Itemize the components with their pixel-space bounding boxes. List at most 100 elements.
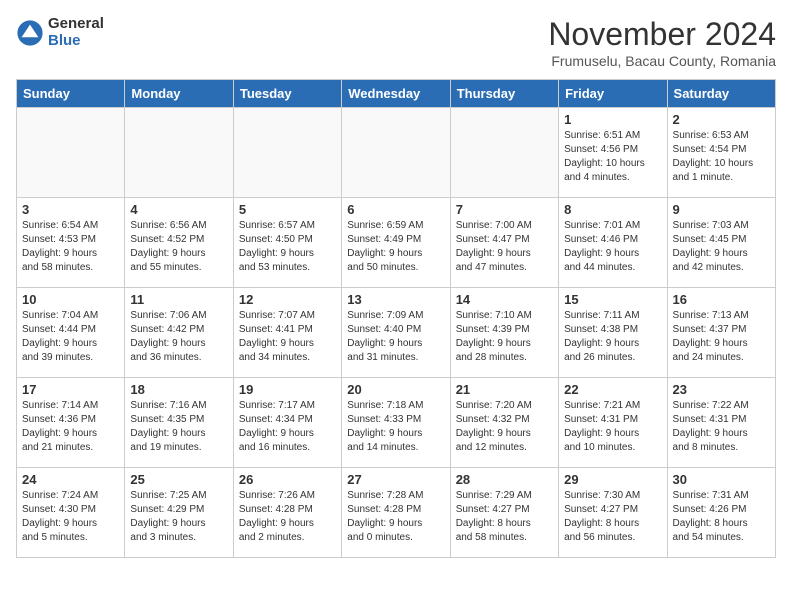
day-number: 30 — [673, 472, 770, 487]
day-header-friday: Friday — [559, 80, 667, 108]
day-info: Sunrise: 7:06 AM Sunset: 4:42 PM Dayligh… — [130, 309, 227, 365]
calendar-day-cell: 16 Sunrise: 7:13 AM Sunset: 4:37 PM Dayli… — [667, 288, 775, 378]
day-info: Sunrise: 7:22 AM Sunset: 4:31 PM Dayligh… — [673, 399, 770, 455]
day-info: Sunrise: 6:51 AM Sunset: 4:56 PM Dayligh… — [564, 129, 661, 185]
logo-blue-text: Blue — [48, 33, 104, 50]
day-number: 10 — [22, 292, 119, 307]
day-number: 21 — [456, 382, 553, 397]
day-info: Sunrise: 7:09 AM Sunset: 4:40 PM Dayligh… — [347, 309, 444, 365]
calendar-day-cell: 5 Sunrise: 6:57 AM Sunset: 4:50 PM Daylig… — [233, 198, 341, 288]
calendar-day-cell — [342, 108, 450, 198]
day-number: 2 — [673, 112, 770, 127]
day-number: 11 — [130, 292, 227, 307]
logo-text: General Blue — [48, 16, 104, 49]
day-number: 23 — [673, 382, 770, 397]
day-number: 26 — [239, 472, 336, 487]
calendar-week-row: 3 Sunrise: 6:54 AM Sunset: 4:53 PM Daylig… — [17, 198, 776, 288]
day-info: Sunrise: 7:04 AM Sunset: 4:44 PM Dayligh… — [22, 309, 119, 365]
day-number: 27 — [347, 472, 444, 487]
day-number: 19 — [239, 382, 336, 397]
day-info: Sunrise: 7:25 AM Sunset: 4:29 PM Dayligh… — [130, 489, 227, 545]
day-info: Sunrise: 7:11 AM Sunset: 4:38 PM Dayligh… — [564, 309, 661, 365]
day-number: 17 — [22, 382, 119, 397]
calendar-day-cell: 22Sunrise: 7:21 AM Sunset: 4:31 PM Dayli… — [559, 378, 667, 468]
calendar-day-cell: 28 Sunrise: 7:29 AM Sunset: 4:27 PM Dayli… — [450, 468, 558, 558]
day-header-thursday: Thursday — [450, 80, 558, 108]
day-info: Sunrise: 7:18 AM Sunset: 4:33 PM Dayligh… — [347, 399, 444, 455]
calendar-day-cell: 15 Sunrise: 7:11 AM Sunset: 4:38 PM Dayli… — [559, 288, 667, 378]
calendar-week-row: 1 Sunrise: 6:51 AM Sunset: 4:56 PM Daylig… — [17, 108, 776, 198]
calendar-day-cell: 20 Sunrise: 7:18 AM Sunset: 4:33 PM Dayli… — [342, 378, 450, 468]
calendar-header-row: SundayMondayTuesdayWednesdayThursdayFrid… — [17, 80, 776, 108]
day-info: Sunrise: 6:56 AM Sunset: 4:52 PM Dayligh… — [130, 219, 227, 275]
day-info: Sunrise: 7:07 AM Sunset: 4:41 PM Dayligh… — [239, 309, 336, 365]
day-info: Sunrise: 7:03 AM Sunset: 4:45 PM Dayligh… — [673, 219, 770, 275]
day-header-tuesday: Tuesday — [233, 80, 341, 108]
day-header-saturday: Saturday — [667, 80, 775, 108]
calendar-day-cell: 7 Sunrise: 7:00 AM Sunset: 4:47 PM Daylig… — [450, 198, 558, 288]
calendar-day-cell: 11 Sunrise: 7:06 AM Sunset: 4:42 PM Dayli… — [125, 288, 233, 378]
logo-general-text: General — [48, 16, 104, 33]
day-number: 15 — [564, 292, 661, 307]
calendar-day-cell — [125, 108, 233, 198]
day-header-wednesday: Wednesday — [342, 80, 450, 108]
day-info: Sunrise: 7:20 AM Sunset: 4:32 PM Dayligh… — [456, 399, 553, 455]
logo-icon — [16, 19, 44, 47]
day-number: 5 — [239, 202, 336, 217]
calendar-day-cell: 4 Sunrise: 6:56 AM Sunset: 4:52 PM Daylig… — [125, 198, 233, 288]
calendar-day-cell: 19Sunrise: 7:17 AM Sunset: 4:34 PM Dayli… — [233, 378, 341, 468]
day-info: Sunrise: 7:24 AM Sunset: 4:30 PM Dayligh… — [22, 489, 119, 545]
day-info: Sunrise: 7:29 AM Sunset: 4:27 PM Dayligh… — [456, 489, 553, 545]
calendar-day-cell: 3 Sunrise: 6:54 AM Sunset: 4:53 PM Daylig… — [17, 198, 125, 288]
calendar-week-row: 24Sunrise: 7:24 AM Sunset: 4:30 PM Dayli… — [17, 468, 776, 558]
day-info: Sunrise: 6:54 AM Sunset: 4:53 PM Dayligh… — [22, 219, 119, 275]
day-number: 1 — [564, 112, 661, 127]
calendar-week-row: 10 Sunrise: 7:04 AM Sunset: 4:44 PM Dayli… — [17, 288, 776, 378]
day-info: Sunrise: 7:10 AM Sunset: 4:39 PM Dayligh… — [456, 309, 553, 365]
calendar-day-cell: 25Sunrise: 7:25 AM Sunset: 4:29 PM Dayli… — [125, 468, 233, 558]
calendar-day-cell: 12 Sunrise: 7:07 AM Sunset: 4:41 PM Dayli… — [233, 288, 341, 378]
day-info: Sunrise: 7:14 AM Sunset: 4:36 PM Dayligh… — [22, 399, 119, 455]
calendar-day-cell — [450, 108, 558, 198]
calendar-day-cell: 23 Sunrise: 7:22 AM Sunset: 4:31 PM Dayli… — [667, 378, 775, 468]
day-number: 6 — [347, 202, 444, 217]
calendar-day-cell: 1 Sunrise: 6:51 AM Sunset: 4:56 PM Daylig… — [559, 108, 667, 198]
day-info: Sunrise: 7:28 AM Sunset: 4:28 PM Dayligh… — [347, 489, 444, 545]
day-number: 3 — [22, 202, 119, 217]
calendar-day-cell: 6 Sunrise: 6:59 AM Sunset: 4:49 PM Daylig… — [342, 198, 450, 288]
logo: General Blue — [16, 16, 104, 49]
calendar-day-cell: 24Sunrise: 7:24 AM Sunset: 4:30 PM Dayli… — [17, 468, 125, 558]
day-number: 28 — [456, 472, 553, 487]
day-number: 4 — [130, 202, 227, 217]
day-number: 13 — [347, 292, 444, 307]
title-block: November 2024 Frumuselu, Bacau County, R… — [548, 16, 776, 69]
day-info: Sunrise: 7:00 AM Sunset: 4:47 PM Dayligh… — [456, 219, 553, 275]
day-header-monday: Monday — [125, 80, 233, 108]
calendar-table: SundayMondayTuesdayWednesdayThursdayFrid… — [16, 79, 776, 558]
page-header: General Blue November 2024 Frumuselu, Ba… — [16, 16, 776, 69]
day-number: 20 — [347, 382, 444, 397]
calendar-day-cell — [17, 108, 125, 198]
day-number: 16 — [673, 292, 770, 307]
calendar-day-cell: 9 Sunrise: 7:03 AM Sunset: 4:45 PM Daylig… — [667, 198, 775, 288]
day-number: 7 — [456, 202, 553, 217]
calendar-day-cell: 13 Sunrise: 7:09 AM Sunset: 4:40 PM Dayli… — [342, 288, 450, 378]
calendar-day-cell: 18Sunrise: 7:16 AM Sunset: 4:35 PM Dayli… — [125, 378, 233, 468]
day-number: 9 — [673, 202, 770, 217]
calendar-day-cell: 10 Sunrise: 7:04 AM Sunset: 4:44 PM Dayli… — [17, 288, 125, 378]
calendar-day-cell — [233, 108, 341, 198]
location-subtitle: Frumuselu, Bacau County, Romania — [548, 53, 776, 69]
calendar-week-row: 17 Sunrise: 7:14 AM Sunset: 4:36 PM Dayli… — [17, 378, 776, 468]
day-number: 8 — [564, 202, 661, 217]
day-info: Sunrise: 7:30 AM Sunset: 4:27 PM Dayligh… — [564, 489, 661, 545]
day-info: Sunrise: 7:13 AM Sunset: 4:37 PM Dayligh… — [673, 309, 770, 365]
day-number: 22 — [564, 382, 661, 397]
day-number: 12 — [239, 292, 336, 307]
calendar-day-cell: 8Sunrise: 7:01 AM Sunset: 4:46 PM Daylig… — [559, 198, 667, 288]
calendar-day-cell: 29 Sunrise: 7:30 AM Sunset: 4:27 PM Dayli… — [559, 468, 667, 558]
day-number: 29 — [564, 472, 661, 487]
day-info: Sunrise: 6:57 AM Sunset: 4:50 PM Dayligh… — [239, 219, 336, 275]
month-title: November 2024 — [548, 16, 776, 53]
day-header-sunday: Sunday — [17, 80, 125, 108]
day-info: Sunrise: 6:59 AM Sunset: 4:49 PM Dayligh… — [347, 219, 444, 275]
